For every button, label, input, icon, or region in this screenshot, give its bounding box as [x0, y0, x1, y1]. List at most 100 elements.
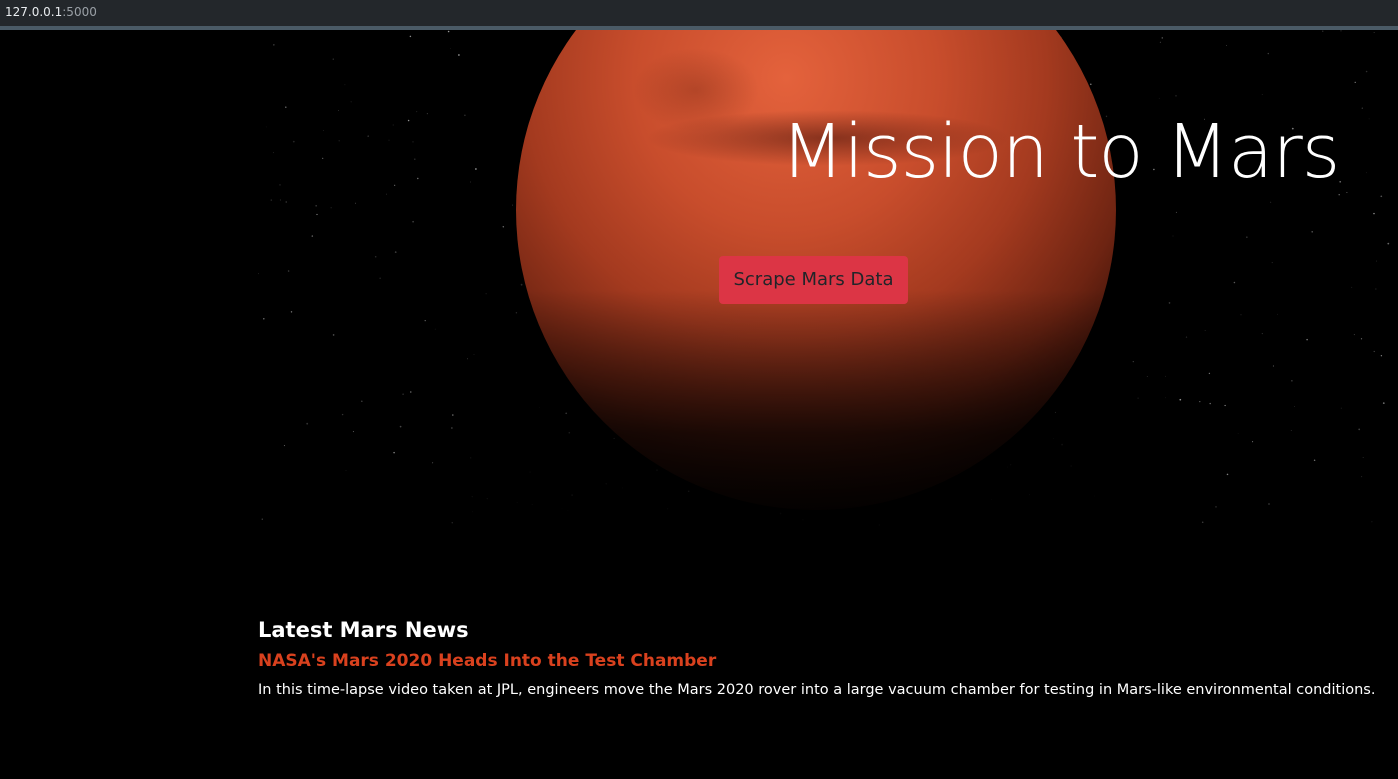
star-dot — [352, 431, 354, 433]
star-dot — [1354, 81, 1356, 83]
page-title: Mission to Mars — [258, 104, 1369, 200]
star-dot — [1387, 242, 1390, 245]
star-dot — [1380, 195, 1383, 198]
star-dot — [1373, 32, 1375, 33]
star-dot — [1290, 430, 1292, 431]
star-dot — [1161, 37, 1164, 39]
star-dot — [1209, 402, 1211, 405]
star-dot — [263, 318, 265, 320]
star-dot — [1322, 30, 1324, 32]
star-dot — [1172, 235, 1174, 237]
star-dot — [1237, 432, 1239, 434]
star-dot — [306, 422, 309, 425]
star-dot — [1185, 336, 1188, 338]
star-dot — [1351, 286, 1353, 288]
star-dot — [1246, 236, 1248, 238]
star-dot — [1276, 313, 1278, 315]
star-dot — [1179, 398, 1182, 401]
news-section: Latest Mars News NASA's Mars 2020 Heads … — [258, 615, 1378, 700]
address-host: 127.0.0.1 — [5, 5, 63, 19]
address-url[interactable]: 127.0.0.1:5000 — [5, 5, 97, 19]
star-dot — [1090, 83, 1092, 86]
star-dot — [1268, 503, 1270, 505]
star-dot — [1261, 94, 1263, 95]
star-dot — [1224, 404, 1226, 407]
star-dot — [1361, 476, 1363, 478]
star-dot — [330, 207, 332, 209]
star-dot — [1159, 41, 1161, 43]
star-dot — [1362, 457, 1364, 458]
star-dot — [410, 391, 412, 393]
star-dot — [1358, 428, 1361, 431]
star-dot — [451, 522, 453, 524]
star-dot — [355, 202, 356, 204]
news-title-link[interactable]: NASA's Mars 2020 Heads Into the Test Cha… — [258, 649, 1378, 673]
star-dot — [1158, 97, 1160, 99]
star-dot — [316, 213, 318, 216]
star-dot — [1353, 334, 1355, 336]
star-dot — [1175, 95, 1177, 97]
star-dot — [1360, 338, 1363, 340]
page-title-text: Mission to Mars — [780, 109, 1341, 195]
star-dot — [1365, 70, 1368, 73]
star-dot — [424, 319, 426, 322]
star-dot — [1226, 473, 1229, 476]
star-dot — [1267, 52, 1269, 55]
star-dot — [315, 205, 317, 207]
star-dot — [394, 251, 397, 253]
star-dot — [332, 334, 335, 336]
star-dot — [1382, 402, 1385, 404]
star-dot — [350, 101, 352, 103]
star-dot — [1233, 281, 1236, 284]
star-dot — [1271, 262, 1273, 264]
star-dot — [393, 451, 395, 454]
star-dot — [432, 462, 434, 464]
star-dot — [1340, 30, 1342, 32]
star-dot — [502, 226, 505, 228]
star-dot — [412, 220, 414, 223]
star-dot — [258, 273, 259, 275]
star-dot — [311, 235, 314, 237]
star-dot — [1375, 288, 1377, 290]
star-dot — [1175, 211, 1177, 213]
news-heading: Latest Mars News — [258, 618, 469, 642]
star-dot — [345, 470, 347, 471]
star-dot — [285, 201, 287, 203]
news-paragraph: In this time-lapse video taken at JPL, e… — [258, 682, 1376, 698]
star-dot — [434, 328, 436, 330]
star-dot — [261, 518, 263, 520]
browser-address-bar[interactable]: 127.0.0.1:5000 — [0, 0, 1398, 30]
star-dot — [520, 283, 523, 286]
star-dot — [1291, 380, 1293, 382]
star-dot — [1199, 400, 1201, 403]
star-dot — [402, 393, 404, 396]
star-dot — [1340, 407, 1342, 409]
scrape-button[interactable]: Scrape Mars Data — [719, 256, 908, 304]
star-dot — [341, 413, 344, 416]
star-dot — [449, 48, 451, 50]
star-dot — [447, 30, 450, 33]
star-dot — [409, 35, 412, 38]
star-dot — [1252, 441, 1254, 443]
planet-shadow — [458, 290, 1178, 550]
star-dot — [1208, 372, 1211, 375]
star-dot — [332, 58, 334, 60]
star-dot — [1204, 330, 1206, 331]
star-dot — [452, 414, 454, 416]
star-dot — [1311, 231, 1313, 233]
star-dot — [1272, 365, 1274, 367]
star-dot — [273, 44, 275, 46]
star-dot — [290, 311, 293, 313]
star-dot — [1373, 212, 1375, 215]
star-dot — [1261, 333, 1263, 335]
star-dot — [1201, 521, 1204, 523]
star-dot — [287, 270, 290, 272]
star-dot — [1270, 201, 1272, 203]
star-dot — [283, 445, 285, 447]
star-dot — [1380, 355, 1383, 357]
star-dot — [458, 54, 460, 56]
star-dot — [361, 400, 363, 403]
star-dot — [1306, 338, 1308, 341]
star-dot — [512, 204, 513, 206]
star-dot — [1294, 406, 1295, 407]
